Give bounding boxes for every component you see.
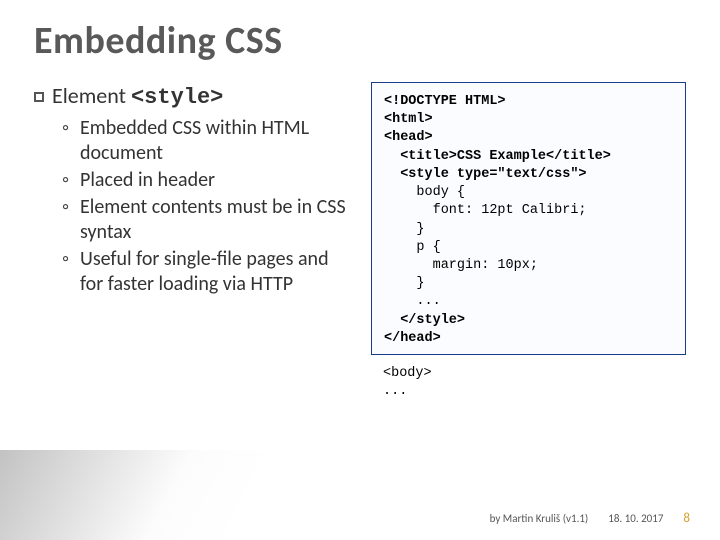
subbullet-item: Placed in header: [66, 168, 349, 193]
code-line: ...: [383, 384, 407, 399]
code-line: body {: [384, 185, 465, 200]
code-example-box: <!DOCTYPE HTML> <html> <head> <title>CSS…: [371, 82, 686, 355]
code-line: <body>: [383, 366, 432, 381]
code-line: CSS Example: [457, 149, 546, 164]
code-line: <head>: [384, 130, 433, 145]
subbullet-list: Embedded CSS within HTML document Placed…: [34, 116, 349, 297]
code-line: }: [384, 276, 425, 291]
decorative-wedge: [0, 450, 278, 540]
right-column: <!DOCTYPE HTML> <html> <head> <title>CSS…: [371, 82, 686, 402]
footer-date: 18. 10. 2017: [608, 512, 663, 525]
code-line: p {: [384, 240, 441, 255]
bullet-element: Element <style>: [34, 82, 349, 110]
bullet-prefix: Element: [52, 82, 126, 109]
slide-title: Embedding CSS: [34, 18, 686, 64]
content-columns: Element <style> Embedded CSS within HTML…: [34, 82, 686, 402]
code-line: </title>: [546, 149, 611, 164]
code-line: ...: [384, 294, 441, 309]
code-example-continuation: <body> ...: [371, 365, 686, 401]
code-line: font: 12pt Calibri;: [384, 203, 587, 218]
subbullet-item: Element contents must be in CSS syntax: [66, 195, 349, 245]
bullet-code: <style>: [131, 85, 223, 110]
code-line: }: [384, 222, 425, 237]
code-line: <title>: [384, 149, 457, 164]
code-line: <style type="text/css">: [384, 167, 587, 182]
subbullet-item: Useful for single-file pages and for fas…: [66, 247, 349, 297]
code-line: <!DOCTYPE HTML>: [384, 94, 506, 109]
footer-author: by Martin Kruliš (v1.1): [490, 512, 589, 525]
page-number: 8: [683, 511, 690, 526]
code-line: </head>: [384, 331, 441, 346]
code-line: margin: 10px;: [384, 258, 538, 273]
slide-footer: by Martin Kruliš (v1.1) 18. 10. 2017 8: [0, 511, 720, 526]
square-bullet-icon: [34, 92, 44, 102]
subbullet-item: Embedded CSS within HTML document: [66, 116, 349, 166]
slide: Embedding CSS Element <style> Embedded C…: [0, 0, 720, 540]
code-line: </style>: [384, 313, 465, 328]
code-line: <html>: [384, 112, 433, 127]
left-column: Element <style> Embedded CSS within HTML…: [34, 82, 349, 402]
